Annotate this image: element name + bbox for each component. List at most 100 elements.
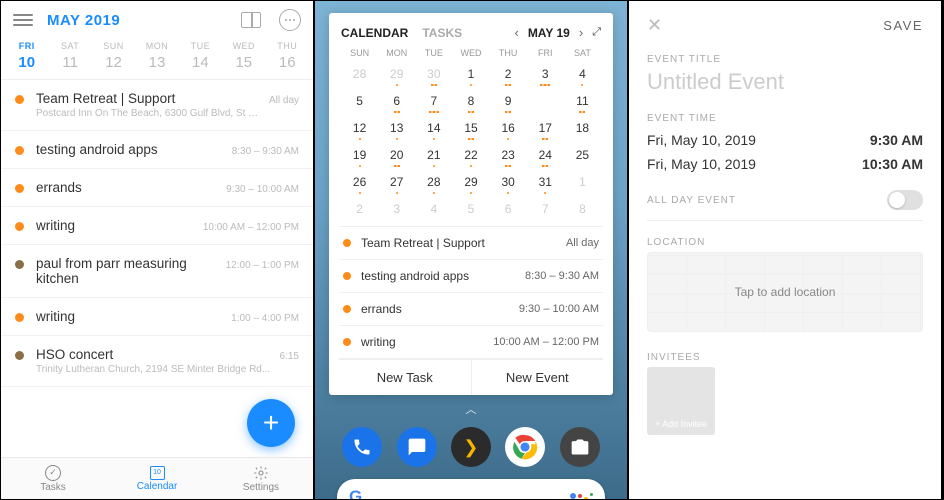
phone-app-icon[interactable] [342,427,382,467]
widget-tab-calendar[interactable]: CALENDAR [341,26,408,40]
allday-label: ALL DAY EVENT [647,195,736,206]
calendar-cell[interactable]: 21 [415,144,452,166]
calendar-cell[interactable]: 11 [564,90,601,112]
add-button[interactable]: + [247,399,295,447]
calendar-cell[interactable]: 5 [341,90,378,112]
widget-tab-tasks[interactable]: TASKS [422,26,462,40]
add-invitee-button[interactable]: + Add Invitee [647,367,715,435]
calendar-cell[interactable]: 15 [452,117,489,139]
plex-app-icon[interactable]: ❯ [451,427,491,467]
save-button[interactable]: SAVE [883,18,923,33]
expand-icon[interactable]: ⤢ [592,26,601,39]
calendar-cell[interactable]: 8 [452,90,489,112]
calendar-cell[interactable]: 22 [452,144,489,166]
event-row[interactable]: writing1:00 – 4:00 PM [1,298,313,336]
calendar-cell[interactable]: 17 [527,117,564,139]
tab-settings[interactable]: Settings [209,458,313,499]
calendar-cell[interactable]: 2 [341,198,378,220]
menu-icon[interactable] [13,11,33,29]
calendar-cell[interactable]: 18 [564,117,601,139]
calendar-cell[interactable]: 29 [378,63,415,85]
widget-event-list: Team Retreat | SupportAll daytesting and… [339,226,603,359]
calendar-cell[interactable]: 25 [564,144,601,166]
calendar-cell[interactable]: 2 [490,63,527,85]
calendar-cell[interactable]: 26 [341,171,378,193]
calendar-cell[interactable]: 8 [564,198,601,220]
calendar-app-screen: MAY 2019 FRI10SAT11SUN12MON13TUE14WED15T… [0,0,314,500]
calendar-cell[interactable]: 30 [415,63,452,85]
event-row[interactable]: testing android apps8:30 – 9:30 AM [1,131,313,169]
widget-event-row[interactable]: writing10:00 AM – 12:00 PM [339,326,603,359]
widget-event-row[interactable]: Team Retreat | SupportAll day [339,227,603,260]
calendar-cell[interactable]: 9 [490,90,527,112]
day-column[interactable]: FRI10 [5,41,48,71]
calendar-cell[interactable]: 31 [527,171,564,193]
day-column[interactable]: WED15 [222,41,265,71]
more-icon[interactable] [279,9,301,31]
chrome-app-icon[interactable] [505,427,545,467]
calendar-cell[interactable]: 6 [490,198,527,220]
event-row[interactable]: HSO concertTrinity Lutheran Church, 2194… [1,336,313,387]
day-column[interactable]: TUE14 [179,41,222,71]
time-label: EVENT TIME [647,113,923,124]
calendar-cell[interactable]: 27 [378,171,415,193]
search-bar[interactable]: G [337,479,605,500]
title-label: EVENT TITLE [647,54,923,65]
calendar-cell[interactable]: 6 [378,90,415,112]
tab-calendar[interactable]: 10Calendar [105,458,209,499]
start-time-row[interactable]: Fri, May 10, 20199:30 AM [647,128,923,152]
location-picker[interactable]: Tap to add location [647,252,923,332]
tab-tasks[interactable]: ✓Tasks [1,458,105,499]
assistant-icon[interactable] [570,493,593,500]
calendar-cell[interactable]: 14 [415,117,452,139]
event-row[interactable]: errands9:30 – 10:00 AM [1,169,313,207]
view-icon[interactable] [241,12,261,28]
calendar-cell[interactable]: 12 [341,117,378,139]
calendar-cell[interactable]: 19 [341,144,378,166]
calendar-cell[interactable]: 1 [564,171,601,193]
widget-event-row[interactable]: testing android apps8:30 – 9:30 AM [339,260,603,293]
calendar-cell[interactable]: 28 [415,171,452,193]
collapse-caret[interactable]: ︿ [329,401,613,417]
calendar-cell[interactable]: 29 [452,171,489,193]
new-event-button[interactable]: New Event [472,360,604,395]
calendar-cell[interactable]: 13 [378,117,415,139]
day-column[interactable]: SUN12 [92,41,135,71]
calendar-widget: CALENDAR TASKS ‹ MAY 19 › ⤢ SUNMONTUEWED… [329,13,613,395]
calendar-cell[interactable]: 20 [378,144,415,166]
new-task-button[interactable]: New Task [339,360,472,395]
calendar-cell[interactable]: 3 [378,198,415,220]
calendar-cell[interactable]: 16 [490,117,527,139]
next-icon[interactable]: › [579,25,583,40]
event-row[interactable]: writing10:00 AM – 12:00 PM [1,207,313,245]
calendar-cell[interactable]: 5 [452,198,489,220]
calendar-cell[interactable]: 24 [527,144,564,166]
day-column[interactable]: THU16 [266,41,309,71]
widget-event-row[interactable]: errands9:30 – 10:00 AM [339,293,603,326]
camera-app-icon[interactable] [560,427,600,467]
prev-icon[interactable]: ‹ [514,25,518,40]
month-grid: SUNMONTUEWEDTHUFRISAT2829301234567891011… [339,48,603,226]
calendar-cell[interactable]: 28 [341,63,378,85]
calendar-cell[interactable]: 7 [527,198,564,220]
calendar-cell[interactable]: 7 [415,90,452,112]
end-time-row[interactable]: Fri, May 10, 201910:30 AM [647,152,923,176]
day-column[interactable]: MON13 [135,41,178,71]
close-icon[interactable]: ✕ [647,15,662,36]
calendar-cell[interactable]: 23 [490,144,527,166]
day-column[interactable]: SAT11 [48,41,91,71]
calendar-cell[interactable]: 3 [527,63,564,85]
widget-date[interactable]: MAY 19 [528,26,570,40]
calendar-cell[interactable]: 4 [415,198,452,220]
calendar-cell[interactable]: 4 [564,63,601,85]
event-row[interactable]: Team Retreat | SupportPostcard Inn On Th… [1,80,313,131]
calendar-cell[interactable]: 1 [452,63,489,85]
event-list[interactable]: Team Retreat | SupportPostcard Inn On Th… [1,80,313,420]
calendar-cell[interactable]: 10 [527,90,564,112]
event-title-input[interactable]: Untitled Event [647,69,923,95]
calendar-cell[interactable]: 30 [490,171,527,193]
month-label[interactable]: MAY 2019 [47,12,120,29]
event-row[interactable]: paul from parr measuring kitchen12:00 – … [1,245,313,298]
messages-app-icon[interactable] [397,427,437,467]
allday-toggle[interactable] [887,190,923,210]
